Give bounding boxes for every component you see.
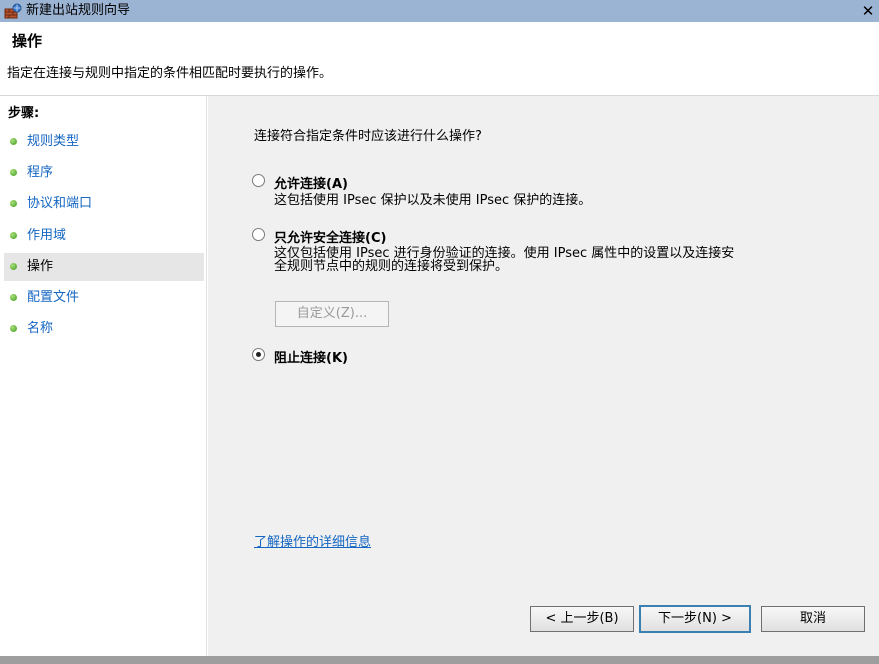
action-question: 连接符合指定条件时应该进行什么操作? — [254, 129, 482, 144]
close-icon[interactable]: ✕ — [857, 0, 879, 22]
steps-sidebar: 步骤: 规则类型 程序 协议和端口 作用域 操作 配置文件 名称 — [0, 96, 207, 656]
sidebar-item-rule-type[interactable]: 规则类型 — [4, 128, 204, 156]
window-title: 新建出站规则向导 — [26, 3, 131, 18]
sidebar-item-scope[interactable]: 作用域 — [4, 222, 204, 250]
firewall-app-icon — [4, 3, 22, 19]
sidebar-item-protocol-ports[interactable]: 协议和端口 — [4, 190, 204, 218]
sidebar-item-program[interactable]: 程序 — [4, 159, 204, 187]
sidebar-item-action[interactable]: 操作 — [4, 253, 204, 281]
block-connection-radio[interactable] — [252, 348, 265, 361]
sidebar-item-label: 程序 — [27, 165, 54, 180]
allow-secure-radio[interactable] — [252, 228, 265, 241]
allow-connection-radio[interactable] — [252, 174, 265, 187]
step-bullet-icon — [10, 232, 17, 239]
customize-button[interactable]: 自定义(Z)... — [275, 301, 389, 327]
step-bullet-icon — [10, 294, 17, 301]
sidebar-item-label: 规则类型 — [27, 134, 80, 149]
steps-label: 步骤: — [8, 106, 40, 121]
sidebar-item-name[interactable]: 名称 — [4, 315, 204, 343]
allow-connection-label[interactable]: 允许连接(A) — [274, 173, 348, 192]
bottom-border — [0, 656, 879, 664]
step-bullet-icon — [10, 138, 17, 145]
step-bullet-icon — [10, 169, 17, 176]
page-description: 指定在连接与规则中指定的条件相匹配时要执行的操作。 — [7, 66, 333, 81]
title-bar: 新建出站规则向导 ✕ — [0, 0, 879, 22]
sidebar-item-label: 作用域 — [27, 228, 67, 243]
action-panel: 连接符合指定条件时应该进行什么操作? 允许连接(A) 这包括使用 IPsec 保… — [208, 96, 879, 656]
sidebar-item-label: 操作 — [27, 259, 54, 274]
learn-more-link[interactable]: 了解操作的详细信息 — [254, 531, 371, 550]
sidebar-item-label: 协议和端口 — [27, 196, 93, 211]
sidebar-item-label: 配置文件 — [27, 290, 80, 305]
allow-connection-description: 这包括使用 IPsec 保护以及未使用 IPsec 保护的连接。 — [274, 193, 592, 208]
allow-secure-label[interactable]: 只允许安全连接(C) — [274, 227, 386, 246]
step-bullet-icon — [10, 325, 17, 332]
next-button[interactable]: 下一步(N) > — [639, 605, 751, 633]
sidebar-item-label: 名称 — [27, 321, 54, 336]
page-title: 操作 — [12, 32, 43, 50]
wizard-header: 操作 指定在连接与规则中指定的条件相匹配时要执行的操作。 — [0, 22, 879, 96]
cancel-button[interactable]: 取消 — [761, 606, 865, 632]
step-bullet-icon — [10, 263, 17, 270]
block-connection-label[interactable]: 阻止连接(K) — [274, 347, 348, 366]
sidebar-item-profile[interactable]: 配置文件 — [4, 284, 204, 312]
allow-secure-description-line2: 全规则节点中的规则的连接将受到保护。 — [274, 259, 509, 274]
back-button[interactable]: < 上一步(B) — [530, 606, 634, 632]
step-bullet-icon — [10, 200, 17, 207]
